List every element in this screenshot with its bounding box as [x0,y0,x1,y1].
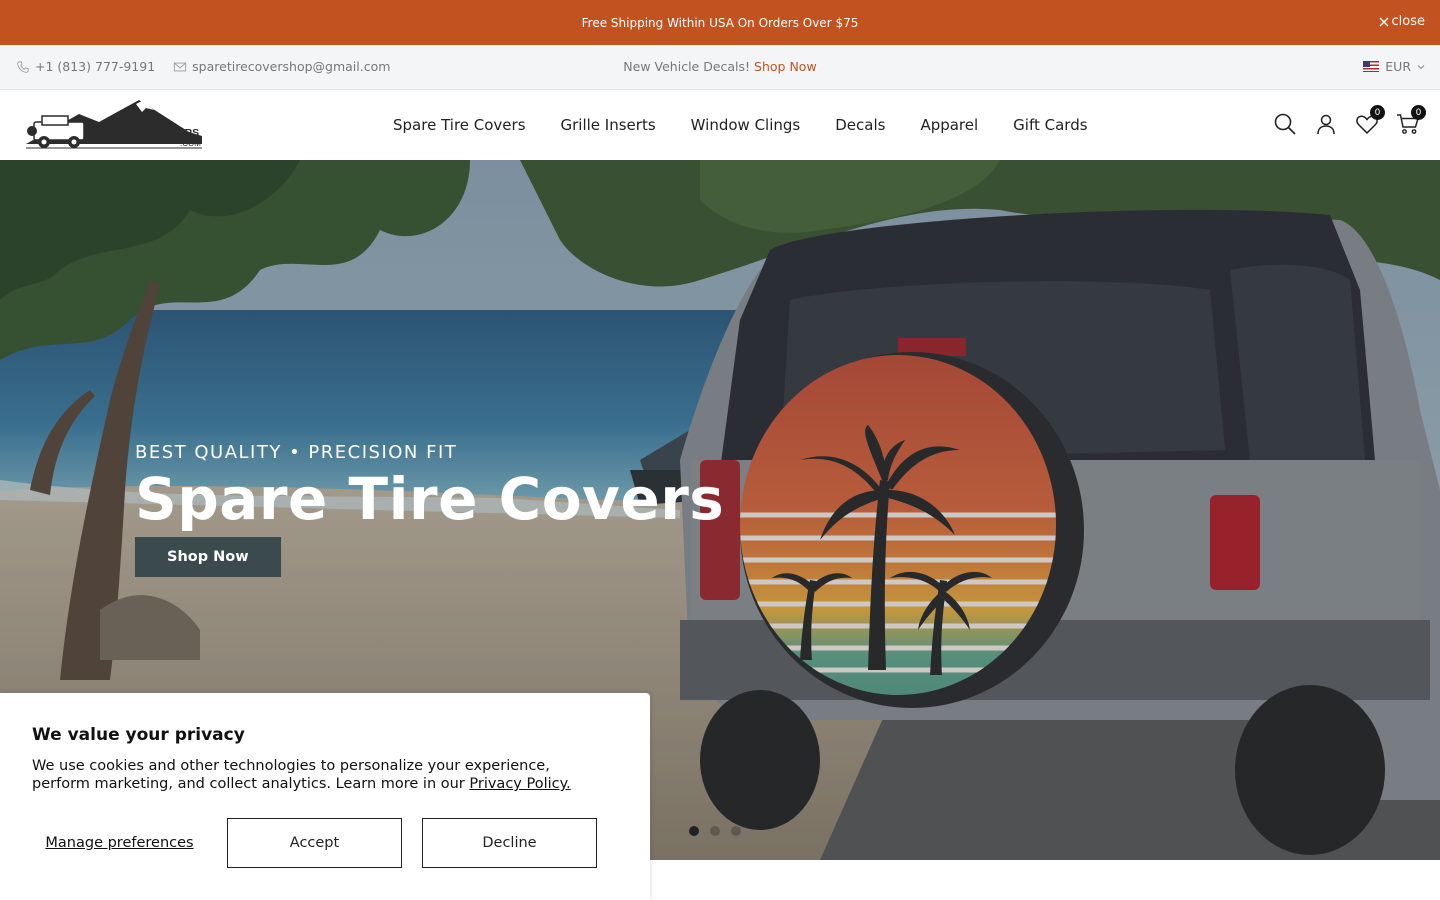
cookie-consent-banner: We value your privacy We use cookies and… [0,693,650,900]
hero-content: BEST QUALITY • PRECISION FIT Spare Tire … [135,442,724,577]
cart-count-badge: 0 [1411,105,1426,120]
promo-message: New Vehicle Decals! Shop Now [0,59,1440,74]
cookie-title: We value your privacy [32,725,245,745]
wishlist-button[interactable]: 0 [1355,105,1385,136]
promo-shop-now-link[interactable]: Shop Now [754,59,817,74]
slide-dot-2[interactable] [710,826,720,836]
nav-apparel[interactable]: Apparel [920,116,978,134]
account-button[interactable] [1314,112,1338,136]
nav-window-clings[interactable]: Window Clings [691,116,801,134]
nav-spare-tire-covers[interactable]: Spare Tire Covers [393,116,526,134]
cookie-actions: Manage preferences Accept Decline [32,818,597,868]
announcement-bar: Free Shipping Within USA On Orders Over … [0,0,1440,45]
us-flag-icon [1363,61,1380,72]
main-navigation: Spare Tire Covers Grille Inserts Window … [393,116,1088,134]
manage-preferences-button[interactable]: Manage preferences [32,835,207,852]
site-header: SPARE-TIRECOVERS .COM Spare Tire Covers … [0,90,1440,160]
top-info-bar: +1 (813) 777-9191 sparetirecovershop@gma… [0,45,1440,90]
slide-dot-1[interactable] [689,826,699,836]
logo-text: SPARE-TIRECOVERS [92,127,199,139]
nav-decals[interactable]: Decals [835,116,885,134]
wishlist-count-badge: 0 [1370,105,1385,120]
close-label: close [1391,14,1425,29]
site-logo[interactable]: SPARE-TIRECOVERS .COM [24,96,206,152]
announcement-close-button[interactable]: close [1379,14,1425,29]
currency-selector[interactable]: EUR [1363,59,1425,74]
promo-text: New Vehicle Decals! [623,59,751,74]
nav-grille-inserts[interactable]: Grille Inserts [561,116,656,134]
slideshow-dots [689,826,741,836]
search-button[interactable] [1273,112,1297,136]
search-icon [1274,113,1296,135]
nav-gift-cards[interactable]: Gift Cards [1013,116,1087,134]
logo-subtext: .COM [180,139,201,148]
user-icon [1317,114,1335,135]
close-icon [1379,17,1389,26]
currency-code: EUR [1385,59,1411,74]
decline-button[interactable]: Decline [422,818,597,868]
hero-shop-now-button[interactable]: Shop Now [135,537,281,577]
header-icons: 0 0 [1273,105,1426,136]
cookie-body: We use cookies and other technologies to… [32,757,612,793]
cart-button[interactable]: 0 [1396,105,1426,136]
hero-title: Spare Tire Covers [135,465,725,533]
accept-button[interactable]: Accept [227,818,402,868]
chevron-down-icon [1417,64,1425,69]
announcement-text: Free Shipping Within USA On Orders Over … [581,15,859,30]
slide-dot-3[interactable] [731,826,741,836]
hero-subtitle: BEST QUALITY • PRECISION FIT [135,442,458,463]
privacy-policy-link[interactable]: Privacy Policy. [469,776,570,792]
